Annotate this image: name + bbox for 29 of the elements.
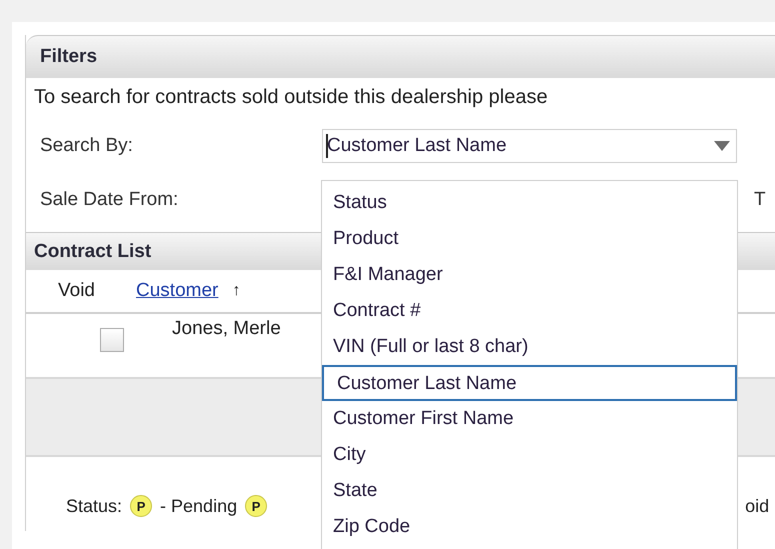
legend-text: oid [745, 496, 770, 516]
search-by-dropdown[interactable]: Customer Last Name [322, 129, 737, 163]
status-badge: P [245, 495, 268, 517]
text-cursor-icon [326, 134, 328, 158]
field-label: T [754, 189, 766, 211]
dropdown-option[interactable]: Zip Code [322, 509, 737, 545]
sort-indicator: ↑ [232, 282, 240, 300]
dropdown-option[interactable]: State [322, 473, 737, 509]
dropdown-option[interactable]: Contract # [322, 293, 737, 329]
caret-icon [714, 141, 730, 151]
field-label: Search By: [39, 135, 134, 157]
notice-text: To search for contracts sold outside this dealership please [33, 85, 549, 110]
panel-title: Filters [40, 46, 98, 68]
dropdown-option[interactable]: Product [322, 221, 737, 257]
table-cell: Jones, Merle [172, 318, 281, 340]
dropdown-option[interactable]: Customer First Name [322, 401, 737, 437]
field-label: Sale Date From: [39, 189, 180, 211]
legend-label: Status: [66, 496, 122, 516]
dropdown-option[interactable]: Customer Last Name [322, 365, 737, 401]
dropdown-option[interactable]: Status [322, 185, 737, 221]
dropdown-option[interactable]: City [322, 437, 737, 473]
legend-text: - Pending [160, 496, 238, 516]
column-header: Void [57, 280, 96, 302]
dropdown-option[interactable]: F&I Manager [322, 257, 737, 293]
status-badge: P [130, 495, 152, 517]
void-checkbox[interactable] [100, 328, 124, 352]
section-title: Contract List [34, 240, 152, 262]
dropdown-option[interactable]: VIN (Full or last 8 char) [322, 329, 737, 365]
column-sort-link[interactable]: Customer [136, 280, 218, 302]
